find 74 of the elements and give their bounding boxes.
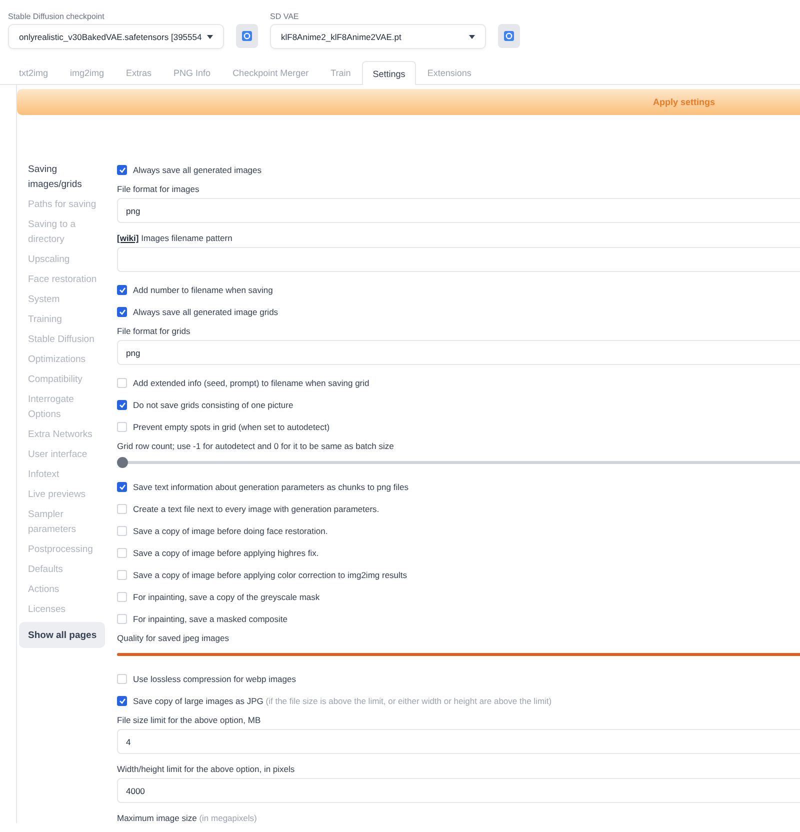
field-label: File format for grids bbox=[117, 326, 190, 336]
sidebar-item[interactable]: Face restoration bbox=[19, 269, 104, 289]
tab[interactable]: txt2img bbox=[8, 61, 60, 84]
checkbox-label: Save a copy of image before doing face restoration. bbox=[133, 526, 328, 536]
checkbox-label: Prevent empty spots in grid (when set to autodetect) bbox=[133, 422, 330, 432]
tab[interactable]: img2img bbox=[59, 61, 116, 84]
input-field[interactable]: png bbox=[117, 340, 800, 365]
checkbox-label: Always save all generated images bbox=[133, 165, 262, 175]
caret-icon bbox=[469, 34, 475, 38]
input-field[interactable]: png bbox=[117, 198, 800, 223]
input-field[interactable]: 4000 bbox=[117, 778, 800, 803]
vae-dropdown[interactable]: klF8Anime2_klF8Anime2VAE.pt bbox=[270, 24, 486, 49]
field-label: Width/height limit for the above option, in pixels bbox=[117, 764, 295, 774]
caret-icon bbox=[207, 34, 213, 38]
field-label: File format for images bbox=[117, 184, 200, 194]
checkbox-label: Save copy of large images as JPG (if the file size is above the limit, or either width or height are above the limit) bbox=[133, 696, 552, 706]
field-label: Images filename pattern bbox=[141, 233, 232, 243]
wiki-link[interactable]: [wiki] bbox=[117, 233, 139, 243]
sidebar-item[interactable]: Interrogate Options bbox=[19, 389, 104, 424]
checkbox-label: Save a copy of image before applying highres fix. bbox=[133, 548, 319, 558]
sidebar-item[interactable]: Upscaling bbox=[19, 249, 104, 269]
field-label: File size limit for the above option, MB bbox=[117, 715, 261, 725]
refresh-button[interactable] bbox=[236, 24, 258, 48]
sidebar-item[interactable]: System bbox=[19, 289, 104, 309]
checkbox-label: Create a text file next to every image with generation parameters. bbox=[133, 504, 380, 514]
sidebar-item[interactable]: Sampler parameters bbox=[19, 504, 104, 539]
sidebar-item[interactable]: Paths for saving bbox=[19, 194, 104, 214]
tab[interactable]: Extras bbox=[115, 61, 163, 84]
sidebar-item[interactable]: Licenses bbox=[19, 599, 104, 619]
sidebar-item[interactable]: Infotext bbox=[19, 464, 104, 484]
sidebar-item[interactable]: User interface bbox=[19, 444, 104, 464]
field-label: Maximum image size (in megapixels) bbox=[117, 812, 258, 823]
checkbox[interactable] bbox=[117, 285, 127, 295]
checkbox[interactable] bbox=[117, 165, 127, 175]
field-label: Stable Diffusion checkpoint bbox=[8, 12, 106, 21]
sidebar-item[interactable]: Saving to a directory bbox=[19, 214, 104, 249]
checkbox[interactable] bbox=[117, 307, 127, 317]
apply-settings-button[interactable]: Apply settings bbox=[17, 89, 800, 115]
sidebar-item[interactable]: Stable Diffusion bbox=[19, 329, 104, 349]
sidebar-item[interactable]: Postprocessing bbox=[19, 539, 104, 559]
sidebar-item[interactable]: Compatibility bbox=[19, 369, 104, 389]
sidebar-item[interactable]: Live previews bbox=[19, 484, 104, 504]
tab[interactable]: PNG Info bbox=[162, 61, 222, 84]
checkbox-label: Save a copy of image before applying color correction to img2img results bbox=[133, 570, 408, 580]
checkbox-label: For inpainting, save a masked composite bbox=[133, 614, 288, 624]
checkbox[interactable] bbox=[117, 400, 127, 410]
checkbox-label: For inpainting, save a copy of the greyscale mask bbox=[133, 592, 320, 602]
tab[interactable]: Extensions bbox=[416, 61, 482, 84]
checkbox-label: Add number to filename when saving bbox=[133, 285, 273, 295]
refresh-button[interactable] bbox=[498, 24, 520, 48]
sidebar-item[interactable]: Training bbox=[19, 309, 104, 329]
checkpoint-dropdown[interactable]: onlyrealistic_v30BakedVAE.safetensors [395554 bbox=[8, 24, 224, 49]
sidebar-item[interactable]: Saving images/grids bbox=[19, 159, 104, 194]
slider-label: Grid row count; use -1 for autodetect and 0 for it to be same as batch size bbox=[117, 440, 395, 451]
slider-label: Quality for saved jpeg images bbox=[117, 632, 230, 643]
sidebar-item[interactable]: Actions bbox=[19, 579, 104, 599]
checkbox-label: Save text information about generation parameters as chunks to png files bbox=[133, 482, 408, 492]
sidebar-item[interactable]: Optimizations bbox=[19, 349, 104, 369]
sidebar-item[interactable]: Defaults bbox=[19, 559, 104, 579]
checkbox[interactable] bbox=[117, 482, 127, 492]
show-all-pages-button[interactable]: Show all pages bbox=[19, 622, 105, 648]
checkbox-label: Add extended info (seed, prompt) to filename when saving grid bbox=[133, 378, 370, 388]
refresh-icon bbox=[504, 31, 514, 41]
field-label: SD VAE bbox=[270, 12, 300, 21]
input-field[interactable]: 4 bbox=[117, 729, 800, 754]
sidebar-item[interactable]: Extra Networks bbox=[19, 424, 104, 444]
refresh-icon bbox=[242, 31, 252, 41]
checkbox[interactable] bbox=[117, 696, 127, 706]
checkbox-label: Use lossless compression for webp images bbox=[133, 674, 296, 684]
checkbox-label: Always save all generated image grids bbox=[133, 307, 278, 317]
tab[interactable]: Settings bbox=[362, 61, 416, 85]
tab[interactable]: Train bbox=[320, 61, 362, 84]
tab[interactable]: Checkpoint Merger bbox=[222, 61, 320, 84]
checkbox-label: Do not save grids consisting of one picture bbox=[133, 400, 294, 410]
